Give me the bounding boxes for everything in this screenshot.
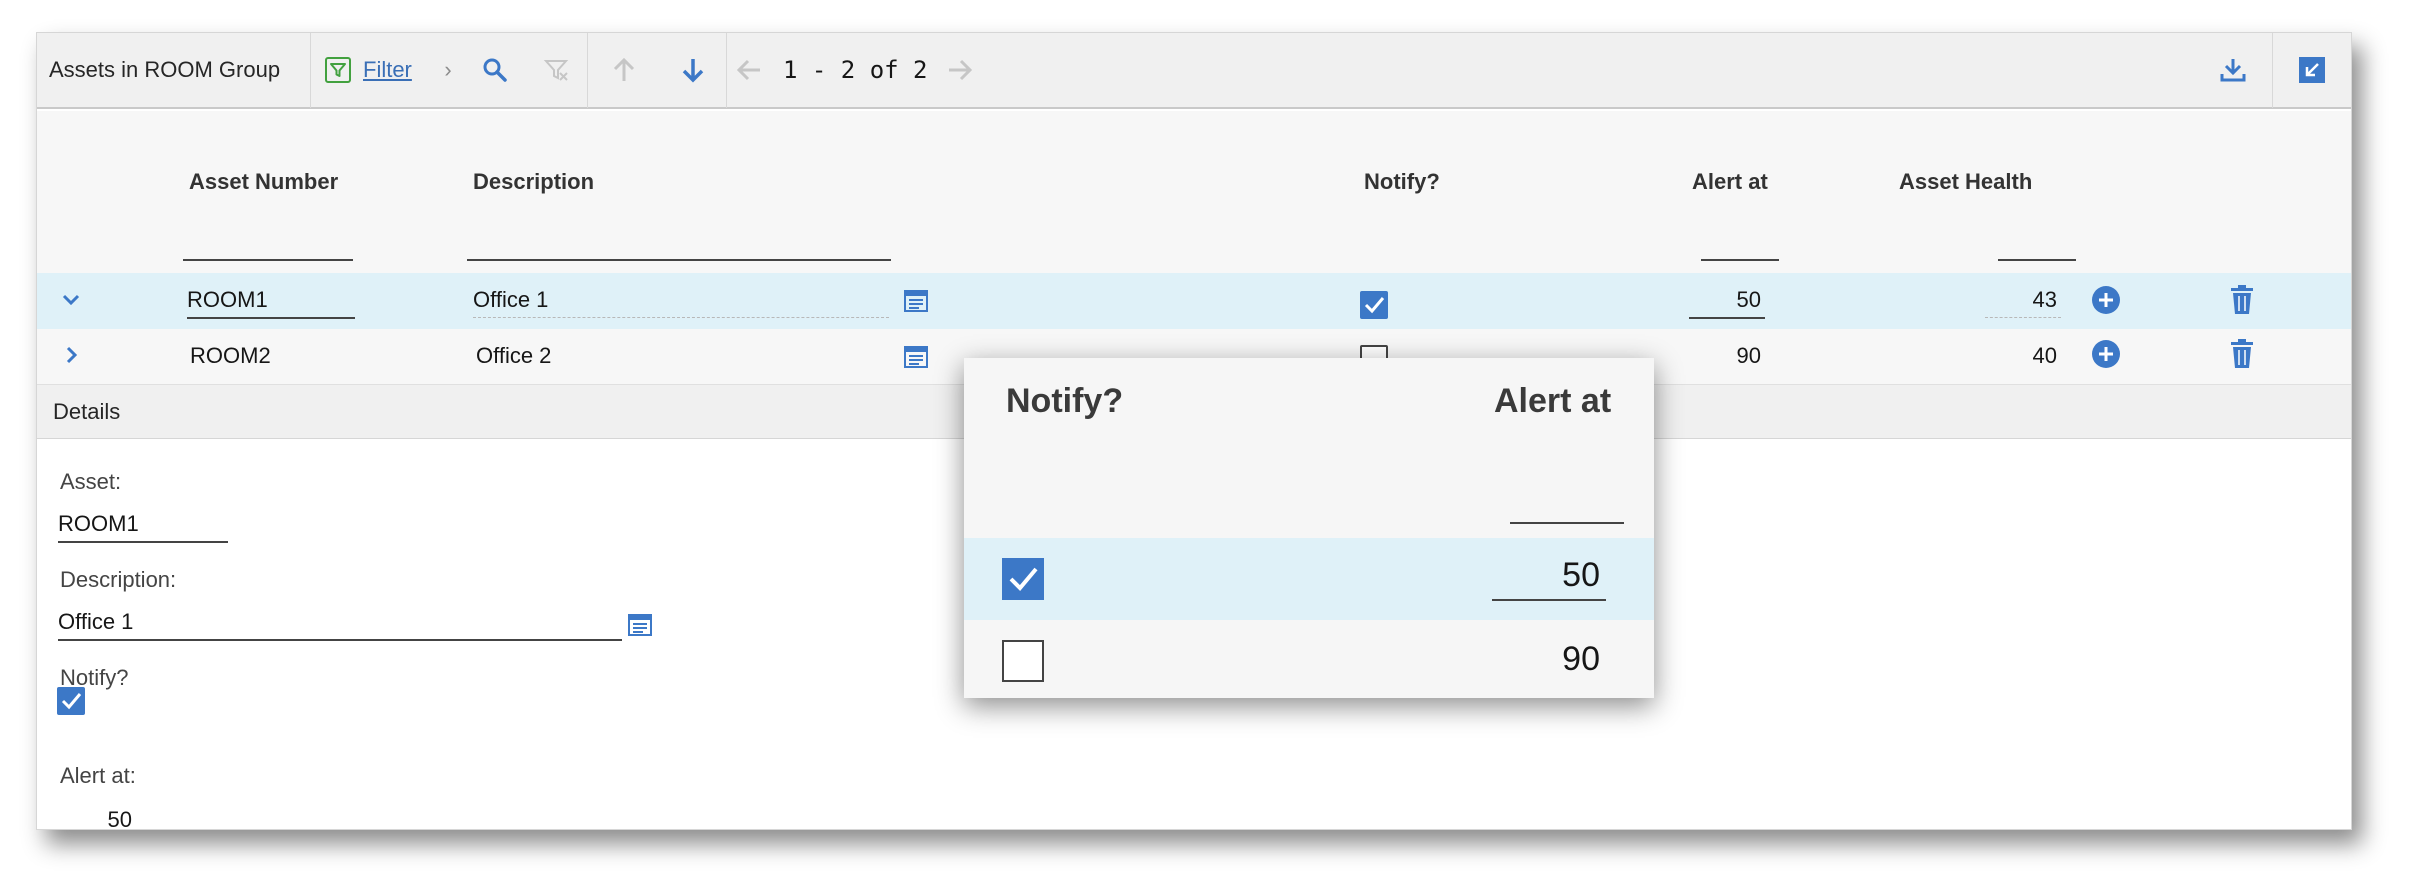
alert-at-detail-input[interactable]: 50 [58,807,136,829]
arrow-right-icon [948,59,972,81]
search-button[interactable] [465,33,525,108]
checkmark-icon [1009,567,1038,591]
chevron-right-icon[interactable]: › [431,57,465,83]
zoom-row: 90 [964,620,1654,698]
sort-descending-button[interactable] [660,33,726,108]
alert-at-filter-input[interactable] [1701,259,1779,261]
minimize-window-icon [2299,57,2325,83]
notify-checkbox[interactable] [1360,291,1388,319]
long-description-icon[interactable] [903,289,929,318]
table-row[interactable]: ROOM1 Office 1 50 43 [37,273,2351,329]
arrow-down-icon [682,59,704,83]
zoom-alert-value: 90 [1562,640,1600,678]
alert-at-input[interactable]: 50 [1689,287,1765,319]
asset-number-input[interactable]: ROOM1 [187,287,355,319]
zoom-header-notify: Notify? [1006,382,1124,420]
zoom-row: 50 [964,538,1654,620]
long-description-icon[interactable] [903,345,929,374]
notify-detail-checkbox[interactable] [57,687,85,715]
table-header: Asset Number Description Notify? Alert a… [37,111,2351,273]
zoom-notify-checkbox [1002,558,1044,600]
pagination-text: 1 - 2 of 2 [783,56,928,84]
asset-health-value: 40 [2032,343,2057,368]
add-row-button[interactable] [2091,339,2121,374]
sort-ascending-button[interactable] [588,33,660,108]
checkmark-icon [1364,297,1385,314]
add-row-button[interactable] [2091,285,2121,320]
asset-detail-input[interactable]: ROOM1 [58,511,228,543]
delete-row-button[interactable] [2229,285,2255,320]
arrow-up-icon [613,57,635,81]
plus-circle-icon [2092,340,2120,368]
chevron-down-icon[interactable] [59,287,83,316]
alert-at-value: 90 [1736,343,1761,368]
clear-filter-icon [543,60,569,81]
arrow-left-icon [736,59,760,81]
description-label: Description: [60,567,177,592]
asset-health-value: 43 [1985,287,2061,318]
description-value: Office 2 [476,343,552,368]
filter-link[interactable]: Filter [363,57,412,83]
long-description-icon[interactable] [627,613,653,642]
zoom-alert-filter-input [1510,522,1624,524]
delete-row-button[interactable] [2229,339,2255,374]
description-input[interactable]: Office 1 [473,287,889,318]
zoom-callout: Notify? Alert at 50 90 [964,358,1654,698]
asset-number-value: ROOM2 [190,343,271,368]
filter-button[interactable]: Filter [311,33,431,108]
alert-at-label: Alert at: [60,763,136,788]
column-header-alert-at[interactable]: Alert at [1692,169,1768,195]
table-title: Assets in ROOM Group [37,33,311,108]
column-header-notify[interactable]: Notify? [1364,169,1440,195]
description-detail-input[interactable]: Office 1 [58,609,622,641]
asset-number-filter-input[interactable] [183,259,353,261]
download-button[interactable] [2194,33,2272,108]
zoom-alert-value: 50 [1492,556,1606,601]
asset-health-filter-input[interactable] [1998,259,2076,261]
download-icon [2220,59,2246,82]
restore-window-button[interactable] [2273,33,2351,108]
description-filter-input[interactable] [467,259,891,261]
trash-icon [2231,339,2253,368]
details-title: Details [53,399,121,424]
zoom-header-alert-at: Alert at [1494,382,1612,420]
next-page-button[interactable] [940,33,980,108]
chevron-right-icon[interactable] [59,343,83,372]
filter-icon [325,57,351,83]
column-header-asset-number[interactable]: Asset Number [189,169,338,195]
zoom-notify-checkbox [1002,640,1044,682]
checkmark-icon [61,693,82,710]
plus-circle-icon [2092,286,2120,314]
asset-label: Asset: [60,469,122,494]
column-header-description[interactable]: Description [473,169,594,195]
search-icon [483,58,507,82]
clear-filter-button[interactable] [525,33,587,108]
previous-page-button[interactable] [727,33,771,108]
trash-icon [2231,285,2253,314]
column-header-asset-health[interactable]: Asset Health [1899,169,2032,195]
table-toolbar: Assets in ROOM Group Filter › 1 - 2 of 2 [37,33,2351,109]
